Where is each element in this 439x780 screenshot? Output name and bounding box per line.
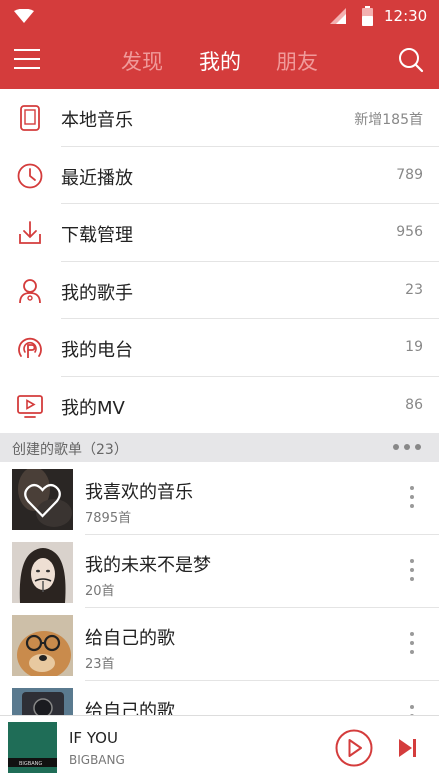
menu-item-recent-play[interactable]: 最近播放 789	[0, 147, 439, 204]
playlist-item[interactable]: 我喜欢的音乐 7895首	[0, 462, 439, 535]
playlist-cover-image	[12, 469, 73, 530]
tab-discover[interactable]: 发现	[121, 46, 163, 76]
search-icon[interactable]	[398, 47, 424, 73]
playlist-item[interactable]: 给自己的歌 23首	[0, 608, 439, 681]
menu-item-mv[interactable]: 我的MV 86	[0, 377, 439, 435]
clock-icon	[17, 163, 43, 188]
kebab-menu-icon[interactable]	[404, 559, 420, 585]
now-playing-title: IF YOU	[69, 729, 118, 747]
playlist-song-count: 20首	[85, 584, 115, 599]
signal-icon	[330, 8, 346, 24]
playlist-name: 我的未来不是梦	[85, 555, 211, 576]
menu-item-count: 956	[396, 224, 423, 240]
mini-player-bar[interactable]: BIGBANG IF YOU BIGBANG	[0, 715, 439, 780]
tab-mine[interactable]: 我的	[199, 46, 241, 76]
kebab-menu-icon[interactable]	[404, 632, 420, 658]
playlist-item[interactable]: 我的未来不是梦 20首	[0, 535, 439, 608]
play-icon[interactable]	[334, 728, 374, 768]
kebab-menu-icon[interactable]	[404, 705, 420, 715]
menu-item-singers[interactable]: 我的歌手 23	[0, 262, 439, 319]
battery-icon	[362, 6, 373, 26]
menu-item-label: 本地音乐	[61, 110, 133, 131]
playlist-cover-image	[12, 542, 73, 603]
section-title: 创建的歌单（23）	[12, 442, 128, 458]
phone-icon	[20, 105, 40, 131]
menu-item-label: 最近播放	[61, 167, 133, 189]
mv-icon	[17, 394, 43, 418]
playlist-name: 给自己的歌	[85, 701, 175, 715]
playlist-list: 我喜欢的音乐 7895首 我的未来不是梦 20首 给自己的歌 23首 给自己的歌	[0, 462, 439, 715]
more-icon[interactable]	[392, 439, 422, 455]
wifi-icon	[14, 9, 34, 23]
menu-item-local-music[interactable]: 本地音乐 新增185首	[0, 89, 439, 147]
playlist-name: 给自己的歌	[85, 628, 175, 649]
tab-friends[interactable]: 朋友	[276, 46, 318, 76]
singer-icon	[19, 278, 41, 303]
next-track-icon[interactable]	[396, 736, 420, 760]
menu-item-label: 我的MV	[61, 397, 125, 419]
svg-text:BIGBANG: BIGBANG	[19, 761, 42, 767]
menu-item-label: 我的电台	[61, 340, 133, 361]
playlist-cover-image	[12, 615, 73, 676]
playlist-song-count: 7895首	[85, 511, 132, 526]
kebab-menu-icon[interactable]	[404, 486, 420, 512]
top-nav-bar: 发现 我的 朋友	[0, 32, 439, 89]
status-time: 12:30	[384, 7, 428, 25]
menu-item-label: 下载管理	[61, 225, 133, 246]
menu-item-count: 19	[405, 339, 423, 355]
menu-item-count: 789	[396, 166, 423, 183]
my-music-menu: 本地音乐 新增185首 最近播放 789 下载管理 956 我的歌手 23 我的…	[0, 89, 439, 434]
status-bar: 12:30	[0, 0, 439, 32]
now-playing-cover-image[interactable]: BIGBANG	[8, 722, 57, 773]
menu-item-download[interactable]: 下载管理 956	[0, 204, 439, 262]
hamburger-menu-icon[interactable]	[14, 49, 42, 73]
created-playlists-header[interactable]: 创建的歌单（23）	[0, 433, 439, 462]
playlist-item[interactable]: 给自己的歌	[0, 681, 439, 715]
now-playing-artist: BIGBANG	[69, 753, 125, 767]
playlist-cover-image	[12, 688, 73, 715]
download-icon	[19, 221, 41, 244]
menu-item-count: 新增185首	[354, 112, 423, 128]
menu-item-label: 我的歌手	[61, 282, 133, 304]
playlist-name: 我喜欢的音乐	[85, 482, 193, 503]
menu-item-radio[interactable]: 我的电台 19	[0, 319, 439, 377]
menu-item-count: 23	[405, 281, 423, 298]
radio-icon	[18, 337, 42, 358]
playlist-song-count: 23首	[85, 657, 115, 672]
menu-item-count: 86	[405, 396, 423, 413]
